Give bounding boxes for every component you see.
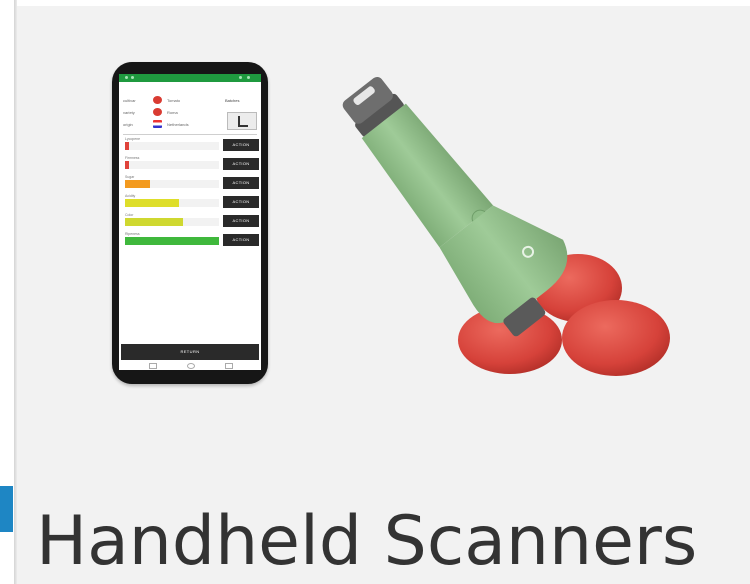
action-button[interactable]: ACTION <box>223 158 259 170</box>
measurement-bar <box>125 161 129 169</box>
measurement-label: Acidity <box>125 194 136 198</box>
action-button[interactable]: ACTION <box>223 196 259 208</box>
measurement-label: Lycopene <box>125 137 141 141</box>
flag-icon <box>153 120 162 128</box>
measurement-bar <box>125 180 150 188</box>
measurement-row: Acidity ACTION <box>123 194 259 210</box>
tomato-icon <box>153 108 162 116</box>
sort-icon[interactable] <box>227 112 257 130</box>
action-button[interactable]: ACTION <box>223 177 259 189</box>
measurement-row: Sugar ACTION <box>123 175 259 191</box>
return-button[interactable]: RETURN <box>121 344 259 360</box>
accent-tab <box>0 486 13 532</box>
measurement-track <box>125 142 219 150</box>
measurement-label: Ripeness <box>125 232 140 236</box>
action-button[interactable]: ACTION <box>223 215 259 227</box>
measurement-row: Color ACTION <box>123 213 259 229</box>
header-row: cultivar Tomato Batches <box>123 96 240 104</box>
card-title[interactable]: Handheld Scanners <box>36 500 736 584</box>
measurement-bar <box>125 199 179 207</box>
handheld-scanner-illustration <box>342 76 670 376</box>
measurement-bar <box>125 237 219 245</box>
phone-nav-bar <box>119 362 261 370</box>
phone-screen: cultivar Tomato Batches variety Roma ori… <box>119 74 261 370</box>
measurement-bar <box>125 218 183 226</box>
card-left-shadow <box>14 0 17 584</box>
measurement-label: Firmness <box>125 156 140 160</box>
action-button[interactable]: ACTION <box>223 139 259 151</box>
phone-status-bar <box>119 74 261 82</box>
measurement-label: Color <box>125 213 134 217</box>
divider <box>123 134 257 135</box>
card-top-border <box>0 0 750 6</box>
measurement-label: Sugar <box>125 175 135 179</box>
measurement-row: Firmness ACTION <box>123 156 259 172</box>
measurement-row: Lycopene ACTION <box>123 137 259 153</box>
tomato-icon <box>153 96 162 104</box>
measurement-track <box>125 161 219 169</box>
action-button[interactable]: ACTION <box>223 234 259 246</box>
smartphone-illustration: cultivar Tomato Batches variety Roma ori… <box>112 62 268 384</box>
measurement-row: Ripeness ACTION <box>123 232 259 248</box>
measurement-bar <box>125 142 129 150</box>
